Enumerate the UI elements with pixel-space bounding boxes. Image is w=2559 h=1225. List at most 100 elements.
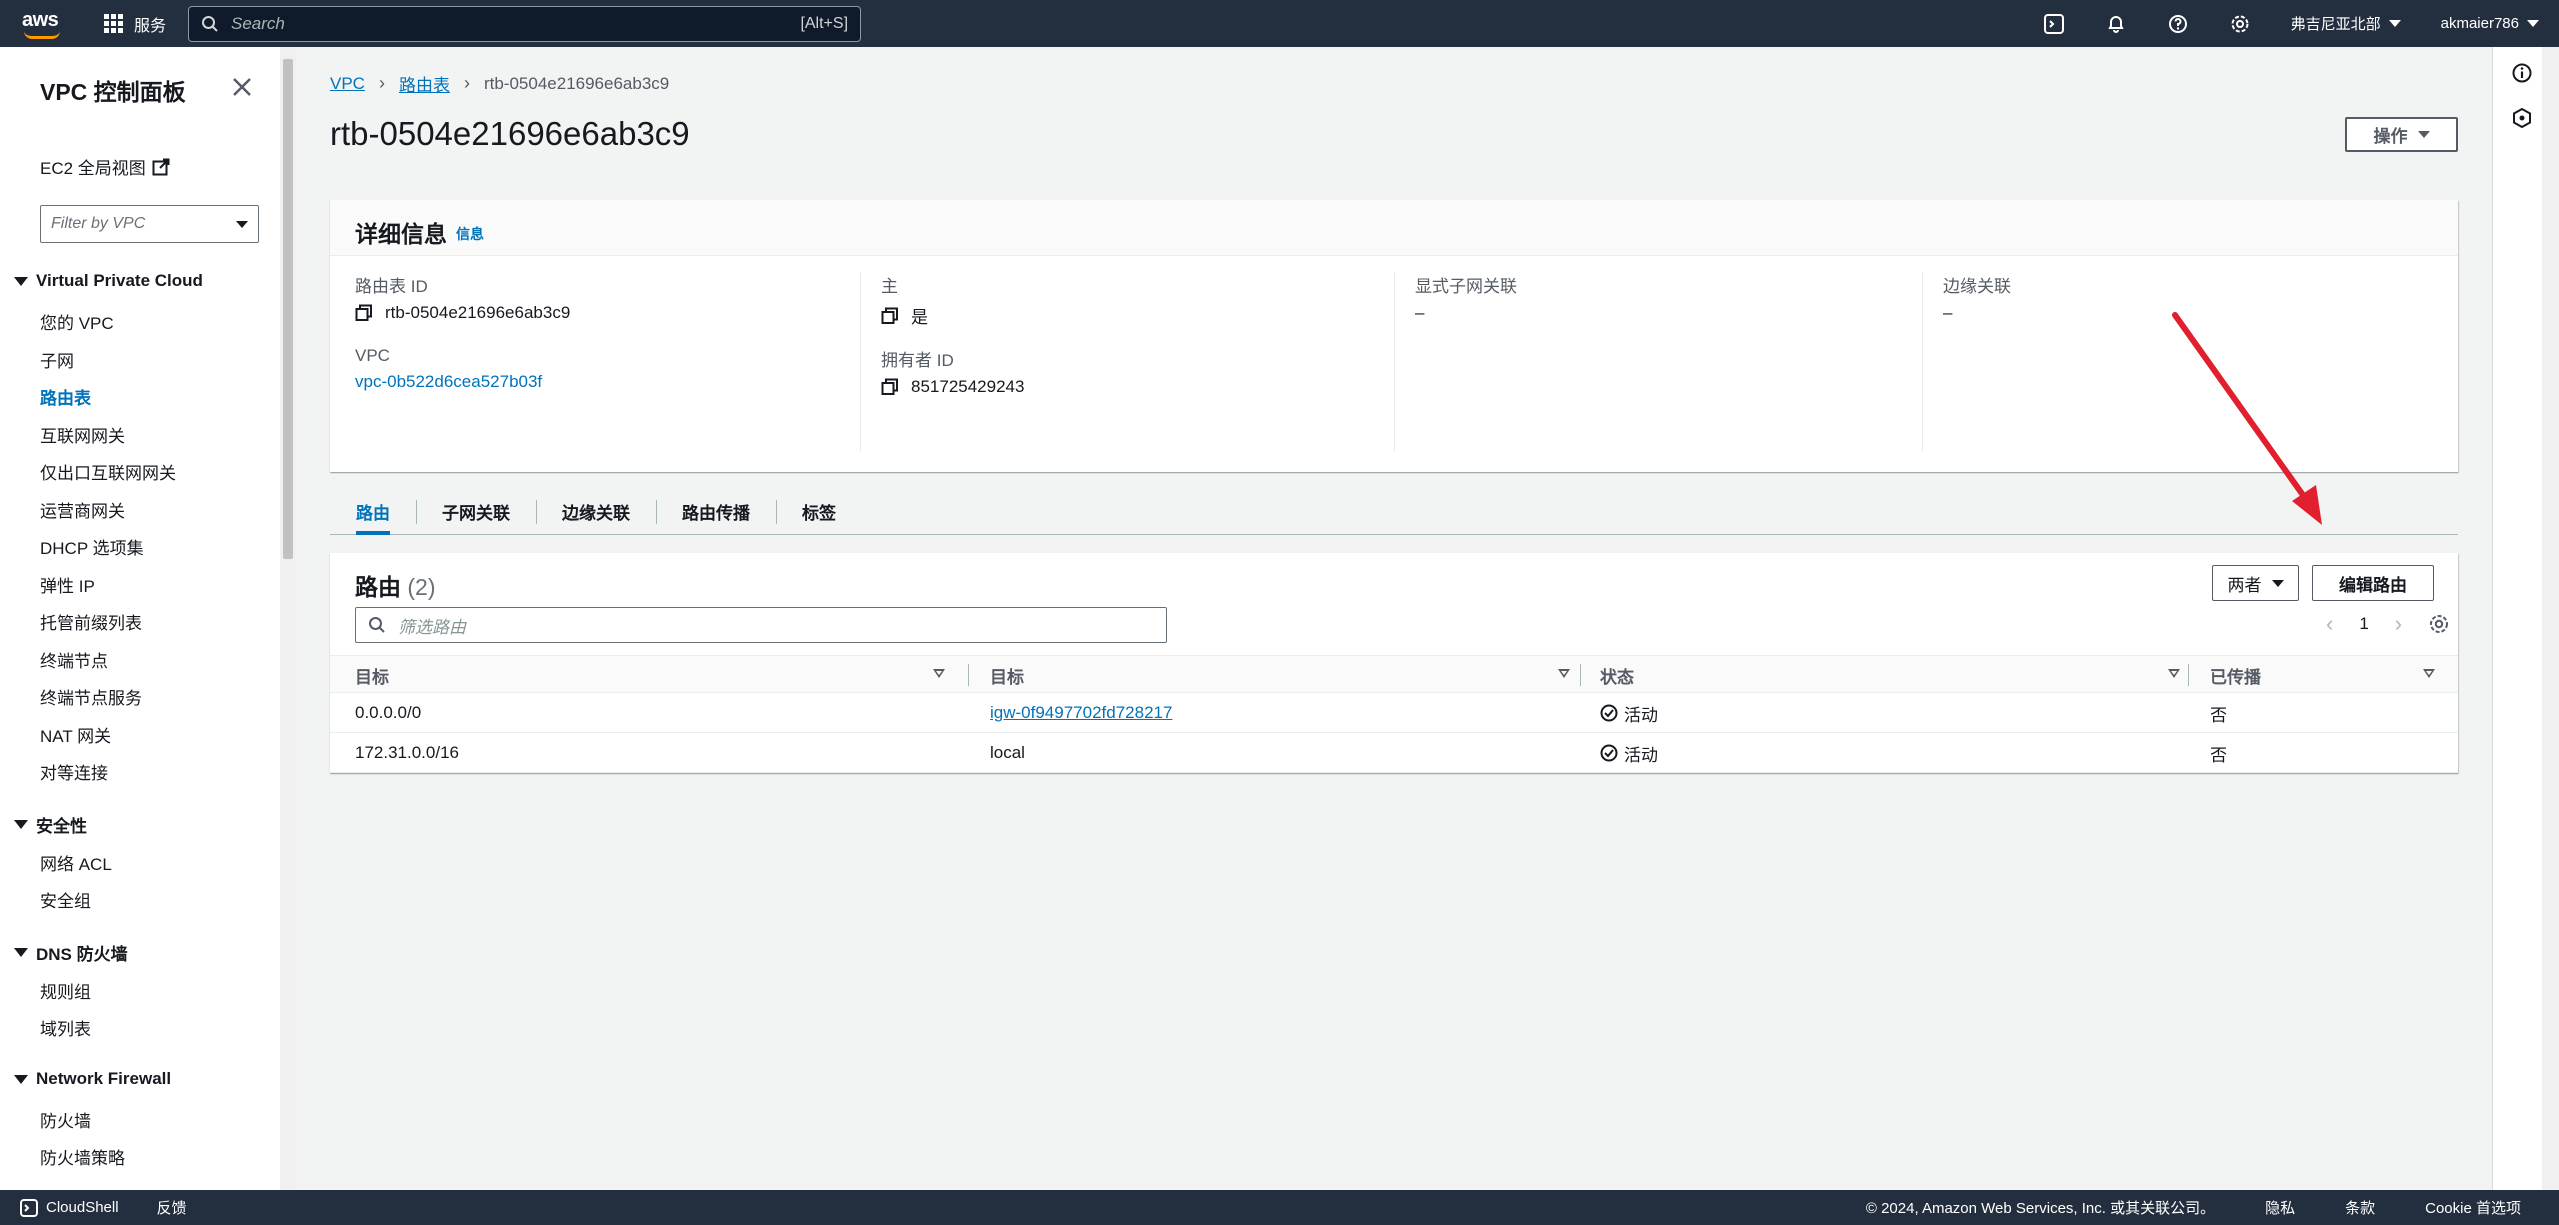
- sidebar-item-carrier-gateways[interactable]: 运营商网关: [40, 497, 125, 522]
- check-circle-icon: [1600, 704, 1618, 722]
- cloudshell-footer-button[interactable]: CloudShell: [20, 1198, 119, 1217]
- details-panel: 详细信息 信息 路由表 ID rtb-0504e21696e6ab3c9 VPC…: [330, 200, 2458, 472]
- search-placeholder: Search: [231, 13, 285, 33]
- account-menu[interactable]: akmaier786: [2421, 15, 2559, 32]
- tab-routes[interactable]: 路由: [330, 488, 416, 535]
- info-link[interactable]: 信息: [456, 224, 484, 244]
- sidebar-item-internet-gateways[interactable]: 互联网网关: [40, 422, 125, 447]
- sidebar-item-subnets[interactable]: 子网: [40, 347, 74, 372]
- sidebar-item-rule-groups[interactable]: 规则组: [40, 978, 91, 1003]
- caret-down-icon: [14, 820, 28, 829]
- sidebar-item-elastic-ips[interactable]: 弹性 IP: [40, 572, 95, 597]
- hexagon-icon[interactable]: [2511, 107, 2533, 129]
- tab-route-propagation[interactable]: 路由传播: [656, 488, 776, 534]
- tab-edge-associations[interactable]: 边缘关联: [536, 488, 656, 534]
- sidebar-section-dns-firewall[interactable]: DNS 防火墙: [14, 940, 128, 965]
- route-scope-select[interactable]: 两者: [2212, 565, 2299, 601]
- details-column-1: 路由表 ID rtb-0504e21696e6ab3c9 VPC vpc-0b5…: [355, 272, 860, 452]
- sidebar-scrollbar[interactable]: [280, 47, 296, 1190]
- sidebar-item-network-acls[interactable]: 网络 ACL: [40, 850, 112, 875]
- region-selector[interactable]: 弗吉尼亚北部: [2271, 13, 2421, 34]
- owner-id-label: 拥有者 ID: [881, 351, 954, 370]
- route-target-link[interactable]: igw-0f9497702fd728217: [990, 693, 1172, 733]
- route-status: 活动: [1600, 693, 1658, 733]
- copy-icon[interactable]: [881, 307, 899, 325]
- section-title: 安全性: [36, 817, 87, 836]
- close-icon[interactable]: [230, 75, 254, 99]
- sidebar-item-prefix-lists[interactable]: 托管前缀列表: [40, 609, 142, 634]
- routes-count: (2): [407, 574, 436, 600]
- services-menu-button[interactable]: 服务: [104, 12, 166, 36]
- notifications-button[interactable]: [2085, 0, 2147, 47]
- breadcrumb: VPC › 路由表 › rtb-0504e21696e6ab3c9: [330, 71, 669, 96]
- breadcrumb-route-tables[interactable]: 路由表: [399, 71, 450, 96]
- column-header-status[interactable]: 状态: [1600, 656, 2180, 694]
- column-divider[interactable]: [2188, 664, 2189, 686]
- route-destination: 172.31.0.0/16: [355, 743, 459, 762]
- sidebar-item-dhcp-options[interactable]: DHCP 选项集: [40, 534, 144, 559]
- main-value: 是: [911, 308, 928, 327]
- column-header-destination[interactable]: 目标: [355, 656, 945, 694]
- cloudshell-button[interactable]: [2023, 0, 2085, 47]
- sidebar-item-peering[interactable]: 对等连接: [40, 759, 108, 784]
- help-button[interactable]: [2147, 0, 2209, 47]
- settings-button[interactable]: [2209, 0, 2271, 47]
- table-row: 172.31.0.0/16 local 活动 否: [330, 733, 2458, 773]
- owner-id-value: 851725429243: [911, 377, 1025, 396]
- breadcrumb-vpc[interactable]: VPC: [330, 74, 365, 94]
- sidebar-item-your-vpcs[interactable]: 您的 VPC: [40, 309, 114, 334]
- copy-icon[interactable]: [881, 378, 899, 396]
- feedback-link[interactable]: 反馈: [157, 1197, 187, 1218]
- gear-icon[interactable]: [2428, 613, 2450, 635]
- caret-down-icon: [2527, 20, 2539, 27]
- sidebar-item-ec2-global-view[interactable]: EC2 全局视图: [40, 154, 170, 179]
- vpc-link[interactable]: vpc-0b522d6cea527b03f: [355, 372, 542, 392]
- page-scrollbar[interactable]: [2542, 47, 2559, 1190]
- search-shortcut: [Alt+S]: [800, 14, 849, 32]
- tab-subnet-associations[interactable]: 子网关联: [416, 488, 536, 534]
- sidebar-item-security-groups[interactable]: 安全组: [40, 887, 91, 912]
- terms-link[interactable]: 条款: [2345, 1197, 2375, 1218]
- gear-icon: [2231, 15, 2249, 32]
- sidebar-section-network-firewall[interactable]: Network Firewall: [14, 1069, 171, 1089]
- route-propagated: 否: [2210, 705, 2227, 725]
- column-header-propagated[interactable]: 已传播: [2210, 656, 2435, 694]
- column-header-target[interactable]: 目标: [990, 656, 1570, 694]
- aws-logo-text: aws: [22, 8, 59, 31]
- actions-button[interactable]: 操作: [2345, 117, 2458, 152]
- aws-logo[interactable]: aws: [22, 9, 64, 39]
- chevron-left-icon[interactable]: ‹: [2326, 611, 2333, 637]
- edit-routes-button[interactable]: 编辑路由: [2312, 565, 2434, 601]
- sidebar-item-egress-only-igw[interactable]: 仅出口互联网网关: [40, 459, 176, 484]
- caret-down-icon: [14, 276, 28, 286]
- sidebar-item-nat-gateways[interactable]: NAT 网关: [40, 722, 111, 747]
- sidebar-section-vpc[interactable]: Virtual Private Cloud: [14, 271, 203, 291]
- top-navigation: aws 服务 Search [Alt+S] 弗吉尼亚北部 akmaier786: [0, 0, 2559, 47]
- chevron-right-icon[interactable]: ›: [2395, 611, 2402, 637]
- tab-tags[interactable]: 标签: [776, 488, 862, 534]
- details-column-2: 主 是 拥有者 ID 851725429243: [860, 272, 1390, 452]
- sidebar-item-endpoint-services[interactable]: 终端节点服务: [40, 684, 142, 709]
- info-icon[interactable]: [2511, 62, 2533, 84]
- sidebar-item-endpoints[interactable]: 终端节点: [40, 647, 108, 672]
- search-input[interactable]: Search [Alt+S]: [188, 5, 862, 42]
- sidebar-item-firewalls[interactable]: 防火墙: [40, 1107, 91, 1132]
- check-circle-icon: [1600, 744, 1618, 762]
- cookie-preferences-link[interactable]: Cookie 首选项: [2425, 1197, 2521, 1218]
- grid-icon: [104, 13, 124, 34]
- route-filter-input[interactable]: 筛选路由: [355, 607, 1167, 643]
- sidebar-item-firewall-policies[interactable]: 防火墙策略: [40, 1144, 125, 1169]
- column-divider[interactable]: [968, 664, 969, 686]
- page-number[interactable]: 1: [2359, 614, 2368, 634]
- privacy-link[interactable]: 隐私: [2265, 1197, 2295, 1218]
- column-divider[interactable]: [1580, 664, 1581, 686]
- sidebar-item-route-tables[interactable]: 路由表: [40, 384, 91, 409]
- user-label: akmaier786: [2440, 15, 2519, 32]
- scrollbar-thumb[interactable]: [283, 59, 293, 559]
- vpc-filter-select[interactable]: Filter by VPC: [40, 205, 259, 243]
- column-label: 状态: [1600, 667, 1634, 687]
- ec2-global-view-label: EC2 全局视图: [40, 159, 146, 178]
- copy-icon[interactable]: [355, 304, 373, 322]
- sidebar-section-security[interactable]: 安全性: [14, 812, 87, 837]
- sidebar-item-domain-lists[interactable]: 域列表: [40, 1015, 91, 1040]
